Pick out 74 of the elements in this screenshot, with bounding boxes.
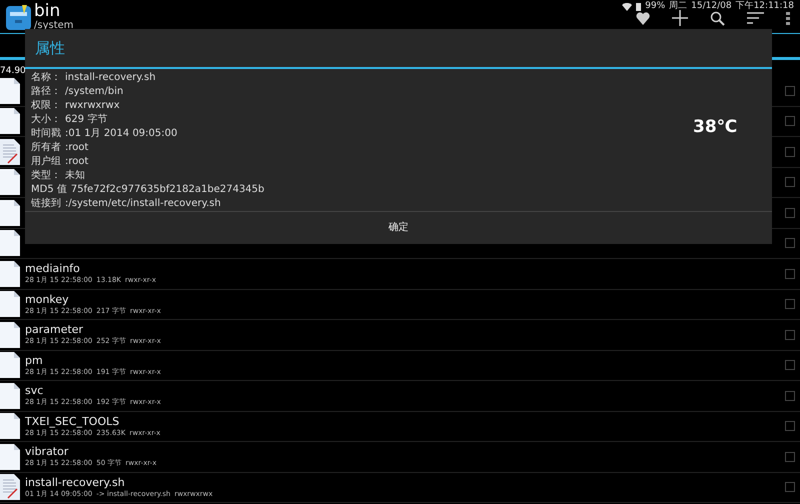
status-time: 下午12:11:18 (736, 0, 794, 13)
folder-path: /system (34, 20, 74, 30)
property-label: 时间戳 (31, 128, 61, 139)
dialog-title: 属性 (35, 38, 65, 59)
row-checkbox[interactable] (785, 238, 795, 248)
file-icon (0, 78, 20, 104)
property-value: 629 字节 (65, 114, 108, 125)
temperature-reading: 38℃ (693, 116, 738, 139)
file-icon (0, 322, 20, 348)
app-logo-icon (5, 2, 32, 30)
add-icon[interactable] (672, 10, 688, 26)
file-icon (0, 352, 20, 378)
file-name[interactable]: TXEI_SEC_TOOLS (25, 416, 785, 427)
property-label: 用户组 (31, 156, 61, 167)
property-value: :/system/etc/install-recovery.sh (65, 198, 221, 209)
file-name[interactable]: svc (25, 385, 785, 396)
more-icon[interactable] (786, 12, 790, 24)
wifi-icon (622, 2, 632, 11)
battery-icon (636, 2, 642, 11)
file-icon (0, 230, 20, 256)
battery-level: 99% (645, 0, 666, 13)
status-weekday: 周二 (669, 0, 688, 13)
row-checkbox[interactable] (785, 390, 795, 401)
file-icon (0, 291, 20, 318)
property-label: 大小： (31, 114, 61, 125)
property-value: rwxrwxrwx (65, 100, 120, 111)
row-checkbox[interactable] (785, 452, 795, 462)
file-icon (0, 382, 20, 409)
property-value: :01 1月 2014 09:05:00 (65, 128, 178, 139)
folder-title: bin (34, 2, 62, 20)
row-checkbox[interactable] (785, 299, 795, 310)
file-name[interactable]: pm (25, 354, 785, 366)
file-name[interactable]: monkey (25, 294, 785, 305)
file-icon (0, 260, 20, 287)
file-icon (0, 413, 20, 440)
row-checkbox[interactable] (785, 208, 795, 218)
property-label: 名称： (31, 72, 61, 83)
property-label: 类型： (31, 170, 61, 181)
property-value: :root (65, 156, 88, 167)
row-checkbox[interactable] (785, 86, 795, 96)
file-icon (0, 108, 20, 134)
row-checkbox[interactable] (785, 330, 795, 340)
script-file-icon (0, 138, 20, 165)
row-checkbox[interactable] (785, 116, 795, 126)
script-file-icon (0, 474, 20, 500)
ok-button[interactable]: 确定 (25, 212, 772, 244)
favorite-icon[interactable] (636, 12, 650, 24)
row-checkbox[interactable] (785, 146, 795, 157)
property-value: install-recovery.sh (65, 72, 156, 83)
property-label: 权限： (31, 100, 61, 111)
row-checkbox[interactable] (785, 482, 795, 492)
file-name[interactable]: parameter (25, 324, 785, 336)
file-name[interactable]: install-recovery.sh (25, 476, 785, 488)
property-value: /system/bin (65, 86, 124, 97)
file-icon (0, 169, 20, 196)
row-checkbox[interactable] (785, 421, 795, 432)
file-name[interactable]: mediainfo (25, 263, 785, 274)
property-label: 所有者 (31, 142, 61, 153)
search-icon[interactable] (710, 10, 725, 26)
row-checkbox[interactable] (785, 177, 795, 188)
status-date: 15/12/08 (691, 0, 732, 13)
file-name[interactable]: vibrator (25, 446, 785, 458)
property-label: MD5 值 (31, 184, 67, 195)
property-label: 路径： (31, 86, 61, 97)
property-value: 未知 (65, 170, 85, 181)
storage-info: 74.90 (0, 66, 26, 76)
property-label: 链接到 (31, 198, 61, 209)
file-icon (0, 200, 20, 226)
property-value: 75fe72f2c977635bf2182a1be274345b (70, 184, 264, 195)
file-icon (0, 444, 20, 470)
row-checkbox[interactable] (785, 268, 795, 279)
sort-icon[interactable] (747, 12, 764, 24)
property-value: :root (65, 142, 88, 153)
row-checkbox[interactable] (785, 360, 795, 370)
